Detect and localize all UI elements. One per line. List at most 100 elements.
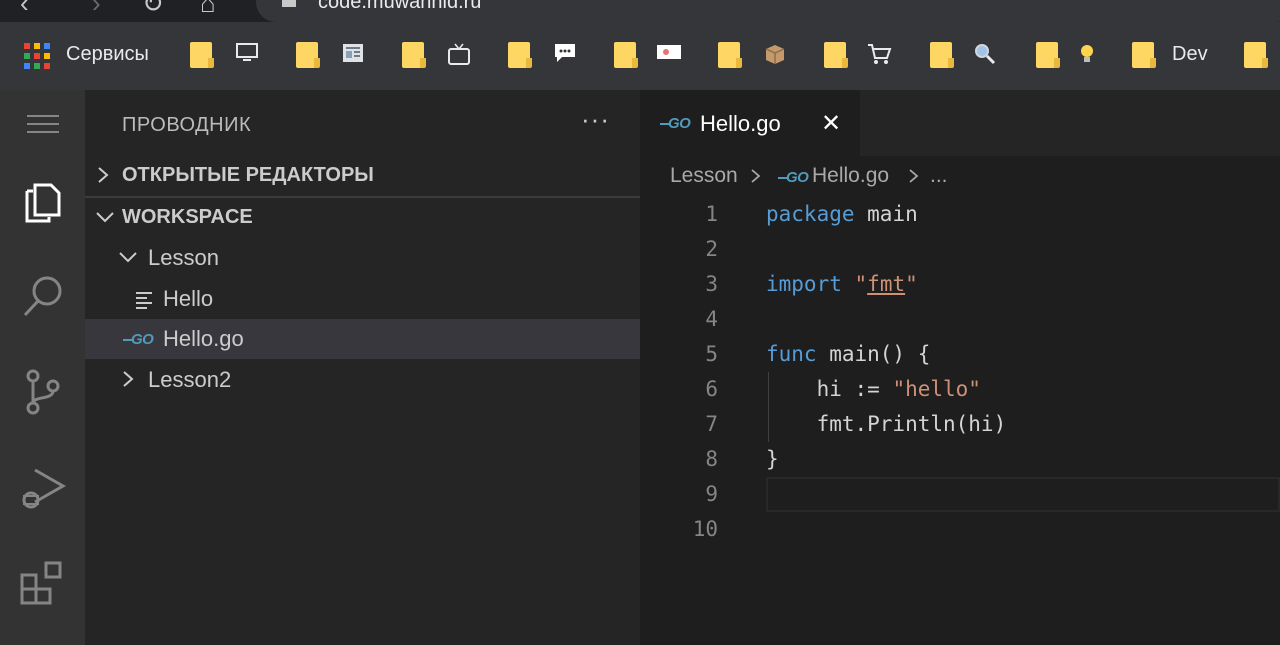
bookmark-folder-icon[interactable] xyxy=(1132,42,1156,68)
bookmark-folder-icon[interactable] xyxy=(718,42,742,68)
code-token: main() { xyxy=(816,342,931,366)
close-icon[interactable]: ✕ xyxy=(821,109,841,138)
lightbulb-icon[interactable] xyxy=(1074,42,1100,68)
apps-icon[interactable] xyxy=(24,43,50,69)
address-text[interactable]: code.muwanhid.ru xyxy=(318,0,481,14)
bookmark-folder-icon[interactable] xyxy=(1036,42,1060,68)
bookmark-folder-icon[interactable] xyxy=(614,42,638,68)
code-line[interactable]: func main() { xyxy=(766,337,930,372)
tree-file-hello-go[interactable]: GO Hello.go xyxy=(85,319,640,359)
tree-item-label: Lesson xyxy=(148,245,219,270)
bookmarks-bar: Сервисы Dev xyxy=(0,22,1280,90)
go-file-icon: GO xyxy=(659,115,691,132)
code-line[interactable]: package main xyxy=(766,197,918,232)
chevron-right-icon xyxy=(120,368,136,396)
go-file-icon: GO xyxy=(777,169,809,186)
code-editor[interactable]: 1 2 3 4 5 6 7 8 9 10 package main import… xyxy=(640,196,1280,556)
line-number: 1 xyxy=(705,202,718,226)
workspace-section[interactable]: WORKSPACE xyxy=(85,198,640,238)
go-file-icon: GO xyxy=(122,331,154,348)
string-quote: " xyxy=(905,272,918,296)
breadcrumb-more[interactable]: ... xyxy=(930,164,948,188)
run-debug-icon[interactable] xyxy=(0,458,85,518)
back-icon[interactable]: ‹ xyxy=(20,0,29,19)
menu-icon[interactable] xyxy=(0,94,85,154)
tab-label: Hello.go xyxy=(700,111,781,136)
line-number: 8 xyxy=(705,447,718,471)
code-token: hi := xyxy=(766,377,893,401)
tab-hello-go[interactable]: GO Hello.go ✕ xyxy=(640,90,860,156)
chevron-right-icon xyxy=(750,165,762,193)
breadcrumb-folder[interactable]: Lesson xyxy=(670,164,738,188)
open-editors-label: ОТКРЫТЫЕ РЕДАКТОРЫ xyxy=(122,164,374,186)
activity-bar xyxy=(0,90,85,645)
vscode-window: ПРОВОДНИК ··· ОТКРЫТЫЕ РЕДАКТОРЫ WORKSPA… xyxy=(0,90,1280,645)
line-number: 3 xyxy=(705,272,718,296)
tree-item-label: Lesson2 xyxy=(148,367,232,392)
home-icon[interactable]: ⌂ xyxy=(200,0,216,19)
code-line[interactable]: hi := "hello" xyxy=(766,372,981,407)
lock-icon xyxy=(282,0,296,7)
monitor-icon[interactable] xyxy=(234,42,260,68)
string-quote: " xyxy=(854,272,868,296)
source-control-icon[interactable] xyxy=(0,362,85,422)
reload-icon[interactable]: ↻ xyxy=(142,0,164,19)
tv-icon[interactable] xyxy=(446,42,472,68)
chat-icon[interactable] xyxy=(552,42,578,68)
tree-folder-lesson[interactable]: Lesson xyxy=(85,238,640,278)
string-token: "hello" xyxy=(892,377,981,401)
keyword-token: package xyxy=(766,202,855,226)
bookmark-folder-icon[interactable] xyxy=(296,42,320,68)
cart-icon[interactable] xyxy=(866,42,892,68)
explorer-sidebar: ПРОВОДНИК ··· ОТКРЫТЫЕ РЕДАКТОРЫ WORKSPA… xyxy=(85,90,640,645)
magnifier-icon[interactable] xyxy=(972,42,998,68)
code-line[interactable]: } xyxy=(766,442,779,477)
code-line[interactable]: fmt.Println(hi) xyxy=(766,407,1007,442)
mail-icon[interactable] xyxy=(656,42,682,68)
bookmark-folder-icon[interactable] xyxy=(1244,42,1268,68)
line-number: 9 xyxy=(705,482,718,506)
chevron-down-icon xyxy=(95,206,115,234)
forward-icon[interactable]: › xyxy=(92,0,101,19)
bookmark-folder-icon[interactable] xyxy=(402,42,426,68)
tree-item-label: Hello.go xyxy=(163,326,244,351)
text-file-icon xyxy=(136,291,152,309)
editor-area: GO Hello.go ✕ Lesson GO Hello.go ... 1 2… xyxy=(640,90,1280,645)
line-number: 4 xyxy=(705,307,718,331)
line-number: 2 xyxy=(705,237,718,261)
more-actions-button[interactable]: ··· xyxy=(581,104,610,135)
string-token: fmt xyxy=(867,272,906,296)
apps-label[interactable]: Сервисы xyxy=(66,43,149,66)
extensions-icon[interactable] xyxy=(0,554,85,614)
explorer-title: ПРОВОДНИК xyxy=(122,114,252,136)
tree-folder-lesson2[interactable]: Lesson2 xyxy=(85,360,640,400)
tree-file-hello[interactable]: Hello xyxy=(85,279,640,319)
current-line-highlight xyxy=(766,477,1280,512)
chevron-right-icon xyxy=(908,165,920,193)
keyword-token: import xyxy=(766,272,842,296)
line-number: 7 xyxy=(705,412,718,436)
bookmark-folder-icon[interactable] xyxy=(508,42,532,68)
browser-toolbar: ‹ › ↻ ⌂ code.muwanhid.ru xyxy=(0,0,1280,22)
bookmark-folder-icon[interactable] xyxy=(930,42,954,68)
chevron-right-icon xyxy=(95,164,111,192)
bookmark-folder-icon[interactable] xyxy=(190,42,214,68)
line-number: 5 xyxy=(705,342,718,366)
dev-bookmark-label[interactable]: Dev xyxy=(1172,43,1208,66)
tree-item-label: Hello xyxy=(163,286,214,311)
keyword-token: func xyxy=(766,342,817,366)
bookmark-folder-icon[interactable] xyxy=(824,42,848,68)
line-number: 6 xyxy=(705,377,718,401)
chevron-down-icon xyxy=(118,246,138,274)
code-line[interactable]: import "fmt" xyxy=(766,267,918,302)
explorer-icon[interactable] xyxy=(0,170,85,230)
workspace-label: WORKSPACE xyxy=(122,206,253,228)
tab-bar: GO Hello.go ✕ xyxy=(640,90,1280,156)
search-icon[interactable] xyxy=(0,266,85,326)
line-number: 10 xyxy=(692,517,718,541)
code-token: main xyxy=(854,202,918,226)
open-editors-section[interactable]: ОТКРЫТЫЕ РЕДАКТОРЫ xyxy=(85,156,640,196)
newspaper-icon[interactable] xyxy=(340,42,366,68)
breadcrumb-file[interactable]: Hello.go xyxy=(812,164,889,188)
package-icon[interactable] xyxy=(762,42,788,68)
